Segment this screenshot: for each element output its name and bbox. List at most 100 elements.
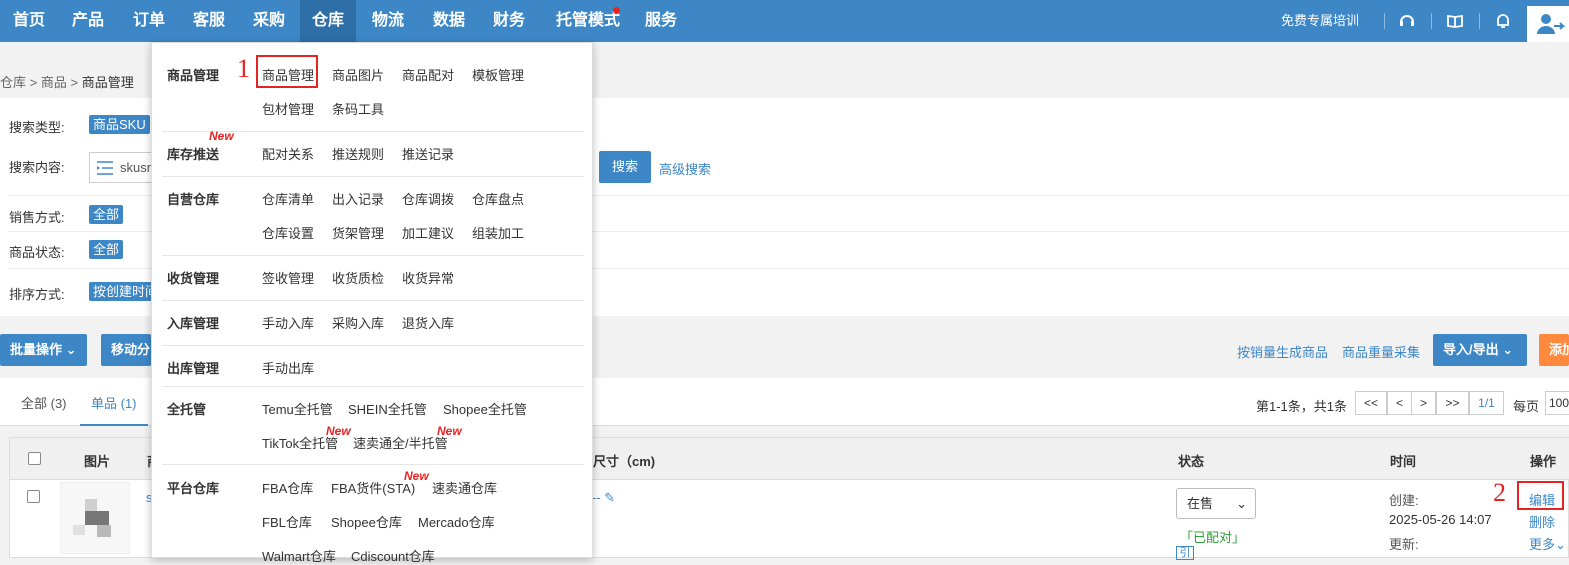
menu-push-rule[interactable]: 推送规则: [332, 144, 384, 163]
search-button[interactable]: 搜索: [599, 151, 651, 183]
menu-warehouse-settings[interactable]: 仓库设置: [262, 223, 314, 242]
more-link[interactable]: 更多⌄: [1529, 534, 1566, 553]
status-select[interactable]: 在售 ⌄: [1176, 488, 1256, 519]
menu-smt-warehouse[interactable]: 速卖通仓库: [432, 478, 497, 497]
menu-mercado[interactable]: Mercado仓库: [418, 512, 495, 531]
headset-icon[interactable]: [1397, 11, 1417, 31]
user-menu[interactable]: [1527, 6, 1569, 42]
nav-service[interactable]: 服务: [636, 0, 686, 42]
divider: [1431, 13, 1432, 29]
menu-inout-records[interactable]: 出入记录: [332, 189, 384, 208]
nav-managed-mode[interactable]: 托管模式: [540, 0, 636, 42]
tab-all[interactable]: 全部 (3): [21, 393, 67, 412]
category-inbound: 入库管理: [167, 316, 220, 331]
product-thumbnail[interactable]: [60, 482, 130, 554]
divider: [162, 345, 584, 346]
status-value: 在售: [1187, 496, 1214, 511]
new-badge: New: [437, 424, 462, 438]
breadcrumb-warehouse[interactable]: 仓库: [0, 75, 26, 90]
top-navigation: 首页 产品 订单 客服 采购 仓库 物流 数据 财务 托管模式 服务 免费专属培…: [0, 0, 1569, 42]
header-status: 状态: [1178, 454, 1205, 469]
move-group-button[interactable]: 移动分: [101, 334, 151, 366]
pager-prev[interactable]: <: [1387, 391, 1412, 415]
import-export-button[interactable]: 导入/导出 ⌄: [1433, 334, 1527, 366]
sale-method-tag[interactable]: 全部: [89, 205, 124, 224]
highlight-box-edit: [1517, 481, 1564, 510]
menu-stocktake[interactable]: 仓库盘点: [472, 189, 524, 208]
row-checkbox[interactable]: [27, 490, 40, 503]
training-link[interactable]: 免费专属培训: [1281, 0, 1359, 42]
search-input[interactable]: skusn: [89, 152, 159, 183]
menu-process-suggest[interactable]: 加工建议: [402, 223, 454, 242]
menu-cdiscount[interactable]: Cdiscount仓库: [351, 546, 435, 565]
menu-out-manual[interactable]: 手动出库: [262, 358, 314, 377]
menu-shopee-full[interactable]: Shopee全托管: [443, 399, 527, 418]
menu-in-return[interactable]: 退货入库: [402, 313, 454, 332]
chevron-down-icon: ⌄: [1236, 496, 1247, 511]
category-self-warehouse: 自营仓库: [167, 192, 220, 207]
menu-in-purchase[interactable]: 采购入库: [332, 313, 384, 332]
sort-tag[interactable]: 按创建时间: [89, 282, 159, 301]
more-label: 更多: [1529, 537, 1556, 552]
menu-shein[interactable]: SHEIN全托管: [348, 399, 427, 418]
pager-first[interactable]: <<: [1355, 391, 1387, 415]
nav-logistics[interactable]: 物流: [356, 0, 420, 42]
nav-orders[interactable]: 订单: [118, 0, 180, 42]
divider: [162, 386, 584, 387]
nav-finance[interactable]: 财务: [478, 0, 540, 42]
weight-collect-link[interactable]: 商品重量采集: [1342, 342, 1420, 361]
menu-goods-images[interactable]: 商品图片: [332, 65, 384, 84]
menu-goods-match[interactable]: 商品配对: [402, 65, 454, 84]
highlight-box-goods-manage: [256, 55, 318, 88]
nav-purchase[interactable]: 采购: [238, 0, 300, 42]
nav-warehouse[interactable]: 仓库: [300, 0, 356, 42]
breadcrumb-current: 商品管理: [81, 75, 134, 90]
notification-dot: [613, 7, 620, 14]
nav-products[interactable]: 产品: [58, 0, 118, 42]
menu-walmart[interactable]: Walmart仓库: [262, 546, 336, 565]
menu-assemble[interactable]: 组装加工: [472, 223, 524, 242]
menu-shelf[interactable]: 货架管理: [332, 223, 384, 242]
pager-next[interactable]: >: [1411, 391, 1436, 415]
bell-icon[interactable]: [1493, 11, 1513, 31]
menu-warehouse-list[interactable]: 仓库清单: [262, 189, 314, 208]
per-page-select[interactable]: 100: [1545, 391, 1569, 415]
bulk-actions-button[interactable]: 批量操作 ⌄: [0, 334, 87, 366]
nav-data[interactable]: 数据: [420, 0, 478, 42]
pager-last[interactable]: >>: [1436, 391, 1469, 415]
nav-customer-service[interactable]: 客服: [180, 0, 238, 42]
menu-fba[interactable]: FBA仓库: [262, 478, 313, 497]
book-icon[interactable]: [1445, 11, 1465, 31]
menu-fba-sta[interactable]: FBA货件(STA): [331, 478, 415, 497]
menu-barcode[interactable]: 条码工具: [332, 99, 384, 118]
pager-current: 1/1: [1469, 391, 1504, 415]
delete-link[interactable]: 删除: [1529, 512, 1555, 531]
size-edit[interactable]: -- ✎: [592, 490, 615, 506]
menu-fbl[interactable]: FBL仓库: [262, 512, 312, 531]
pager-summary: 第1-1条，共1条: [1256, 399, 1348, 414]
menu-recv-qc[interactable]: 收货质检: [332, 268, 384, 287]
menu-temu[interactable]: Temu全托管: [262, 399, 333, 418]
menu-smt-managed[interactable]: 速卖通全/半托管: [353, 433, 448, 452]
divider: [1384, 13, 1385, 29]
select-all-checkbox[interactable]: [28, 452, 41, 465]
divider: [162, 176, 584, 177]
menu-push-log[interactable]: 推送记录: [402, 144, 454, 163]
menu-shopee-warehouse[interactable]: Shopee仓库: [331, 512, 402, 531]
menu-template[interactable]: 模板管理: [472, 65, 524, 84]
advanced-search-link[interactable]: 高级搜索: [659, 159, 711, 178]
goods-status-tag[interactable]: 全部: [89, 240, 124, 259]
tab-single[interactable]: 单品 (1): [91, 393, 137, 412]
menu-packing[interactable]: 包材管理: [262, 99, 314, 118]
generate-by-sales-link[interactable]: 按销量生成商品: [1237, 342, 1328, 361]
menu-in-manual[interactable]: 手动入库: [262, 313, 314, 332]
search-type-tag[interactable]: 商品SKU: [89, 115, 150, 134]
menu-transfer[interactable]: 仓库调拨: [402, 189, 454, 208]
breadcrumb-goods[interactable]: 商品: [41, 75, 67, 90]
add-button[interactable]: 添加: [1539, 334, 1569, 366]
menu-push-relation[interactable]: 配对关系: [262, 144, 314, 163]
menu-recv-sign[interactable]: 签收管理: [262, 268, 314, 287]
nav-home[interactable]: 首页: [0, 0, 58, 42]
menu-recv-exception[interactable]: 收货异常: [402, 268, 454, 287]
category-full-managed: 全托管: [167, 402, 207, 417]
